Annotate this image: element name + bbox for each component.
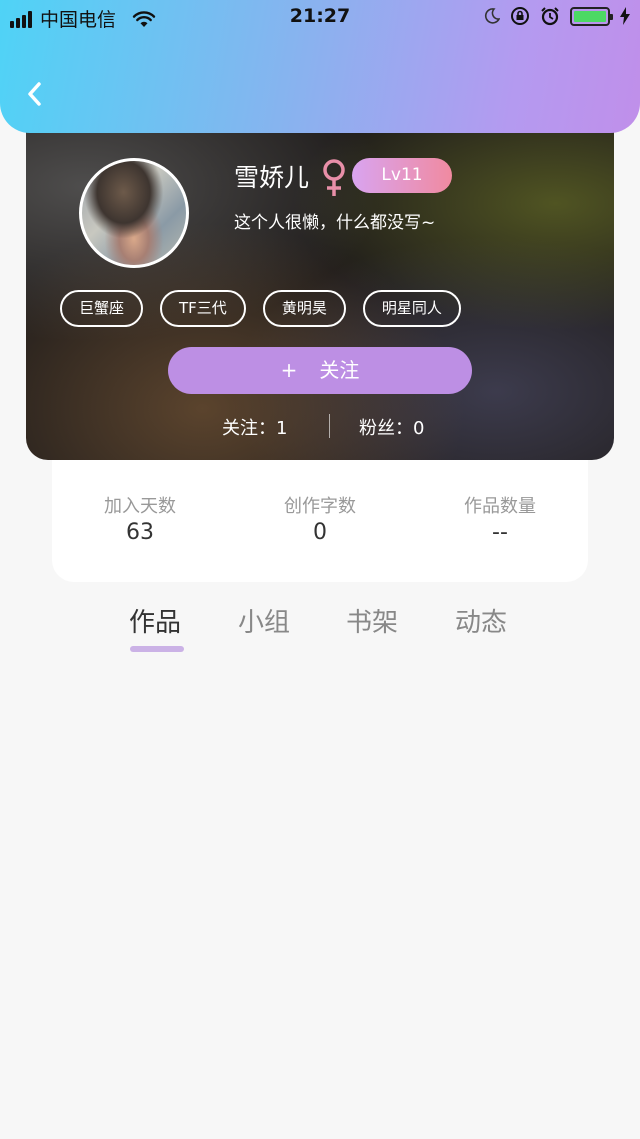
female-gender-icon <box>323 159 345 196</box>
divider <box>329 414 330 438</box>
fans-count[interactable]: 粉丝：0 <box>359 414 424 440</box>
follow-button-label: 关注 <box>319 358 360 382</box>
follow-button[interactable]: + 关注 <box>168 347 472 394</box>
status-bar: 中国电信 21:27 <box>0 0 640 36</box>
chevron-left-icon <box>28 82 41 106</box>
profile-card: 雪娇儿 Lv11 这个人很懒，什么都没写~ 巨蟹座 TF三代 黄明昊 明星同人 … <box>26 118 614 460</box>
moon-icon <box>484 8 500 24</box>
stat-works-count: 作品数量 -- <box>412 492 588 545</box>
tag-item[interactable]: TF三代 <box>160 290 246 327</box>
tab-activity[interactable]: 动态 <box>455 602 507 639</box>
following-count[interactable]: 关注：1 <box>222 414 287 440</box>
bio-text: 这个人很懒，什么都没写~ <box>234 213 436 233</box>
plus-icon: + <box>280 358 298 382</box>
alarm-icon <box>541 7 559 26</box>
back-button[interactable] <box>18 78 50 110</box>
tag-item[interactable]: 巨蟹座 <box>60 290 144 327</box>
stats-card: 加入天数 63 创作字数 0 作品数量 -- <box>52 440 588 582</box>
tab-bookshelf[interactable]: 书架 <box>346 602 398 639</box>
stat-label: 作品数量 <box>464 496 536 517</box>
level-badge: Lv11 <box>352 158 452 193</box>
stat-value: 63 <box>126 520 154 545</box>
tab-works[interactable]: 作品 <box>129 602 181 639</box>
charging-icon <box>620 7 630 25</box>
avatar[interactable] <box>79 158 189 268</box>
rotation-lock-icon <box>511 7 529 25</box>
tag-list: 巨蟹座 TF三代 黄明昊 明星同人 <box>60 290 461 327</box>
stat-value: -- <box>492 520 508 545</box>
stat-word-count: 创作字数 0 <box>232 492 408 545</box>
stat-value: 0 <box>313 520 327 545</box>
battery-icon <box>570 6 613 26</box>
stat-label: 创作字数 <box>284 496 356 517</box>
tab-bar: 作品 小组 书架 动态 <box>0 602 640 662</box>
tag-item[interactable]: 明星同人 <box>362 290 461 327</box>
stat-join-days: 加入天数 63 <box>52 492 228 545</box>
tab-indicator <box>130 646 184 652</box>
tab-groups[interactable]: 小组 <box>238 602 290 639</box>
header: 中国电信 21:27 <box>0 0 640 133</box>
stat-label: 加入天数 <box>104 496 176 517</box>
follow-stats: 关注：1 粉丝：0 <box>26 414 614 440</box>
tag-item[interactable]: 黄明昊 <box>262 290 346 327</box>
nickname: 雪娇儿 <box>234 163 310 192</box>
